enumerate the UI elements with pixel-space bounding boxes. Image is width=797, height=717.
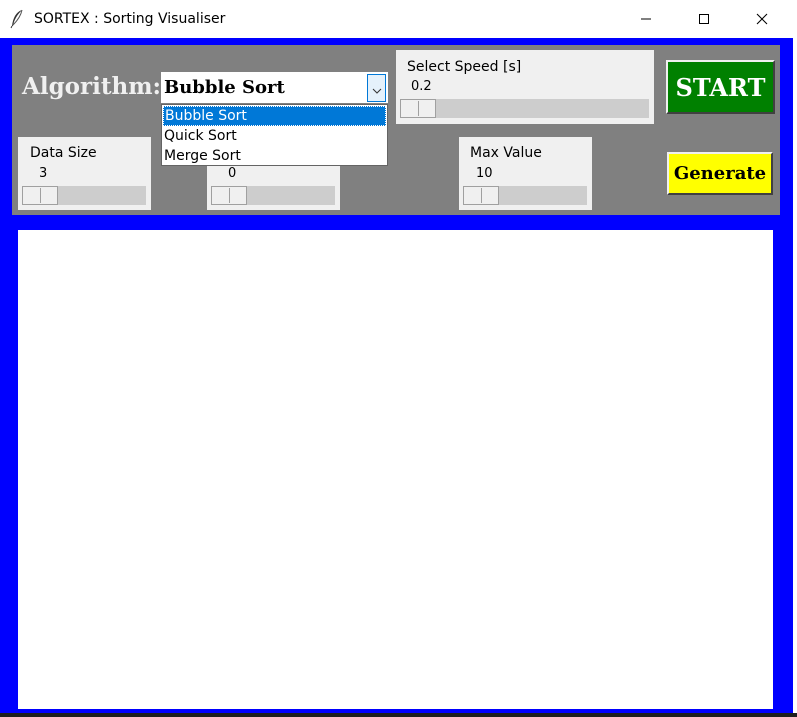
max-value-trough[interactable] [463, 186, 587, 205]
maximize-button[interactable] [675, 0, 733, 38]
title-bar[interactable]: SORTEX : Sorting Visualiser [0, 0, 797, 38]
max-value-label: Max Value [470, 145, 542, 161]
max-value-slider-handle[interactable] [463, 186, 499, 205]
close-button[interactable] [733, 0, 791, 38]
data-size-scale[interactable]: Data Size 3 [18, 137, 151, 210]
speed-label: Select Speed [s] [407, 59, 522, 75]
dropdown-option-merge-sort[interactable]: Merge Sort [163, 146, 386, 166]
maximize-icon [698, 10, 710, 29]
speed-slider-handle[interactable] [400, 99, 436, 118]
max-value-scale[interactable]: Max Value 10 [459, 137, 592, 210]
minimize-icon [640, 10, 652, 29]
feather-icon [10, 9, 24, 29]
algorithm-select[interactable]: Bubble Sort [161, 72, 388, 103]
min-value-slider-handle[interactable] [211, 186, 247, 205]
window-title: SORTEX : Sorting Visualiser [34, 11, 226, 27]
dropdown-arrow-button[interactable] [367, 74, 386, 102]
data-size-trough[interactable] [22, 186, 146, 205]
chevron-down-icon [372, 79, 382, 98]
start-button[interactable]: START [666, 60, 775, 114]
close-icon [756, 10, 768, 29]
data-size-slider-handle[interactable] [22, 186, 58, 205]
window-bottom-edge [0, 713, 797, 717]
min-value-trough[interactable] [211, 186, 335, 205]
generate-button[interactable]: Generate [667, 152, 773, 195]
minimize-button[interactable] [617, 0, 675, 38]
min-value-scale[interactable]: 0 [207, 166, 340, 210]
data-size-value: 3 [39, 166, 48, 181]
algorithm-select-value: Bubble Sort [164, 77, 285, 98]
min-value-value: 0 [228, 166, 237, 181]
dropdown-option-quick-sort[interactable]: Quick Sort [163, 126, 386, 146]
visualisation-canvas[interactable] [18, 230, 773, 709]
speed-value: 0.2 [411, 79, 432, 94]
max-value-value: 10 [476, 166, 493, 181]
app-window: SORTEX : Sorting Visualiser Algorithm: S… [0, 0, 797, 717]
speed-trough[interactable] [400, 99, 649, 118]
algorithm-dropdown-list: Bubble Sort Quick Sort Merge Sort [161, 104, 388, 166]
window-edge [793, 38, 797, 717]
dropdown-option-bubble-sort[interactable]: Bubble Sort [163, 106, 386, 126]
algorithm-label: Algorithm: [22, 73, 162, 100]
data-size-label: Data Size [30, 145, 97, 161]
speed-scale[interactable]: Select Speed [s] 0.2 [396, 50, 654, 124]
